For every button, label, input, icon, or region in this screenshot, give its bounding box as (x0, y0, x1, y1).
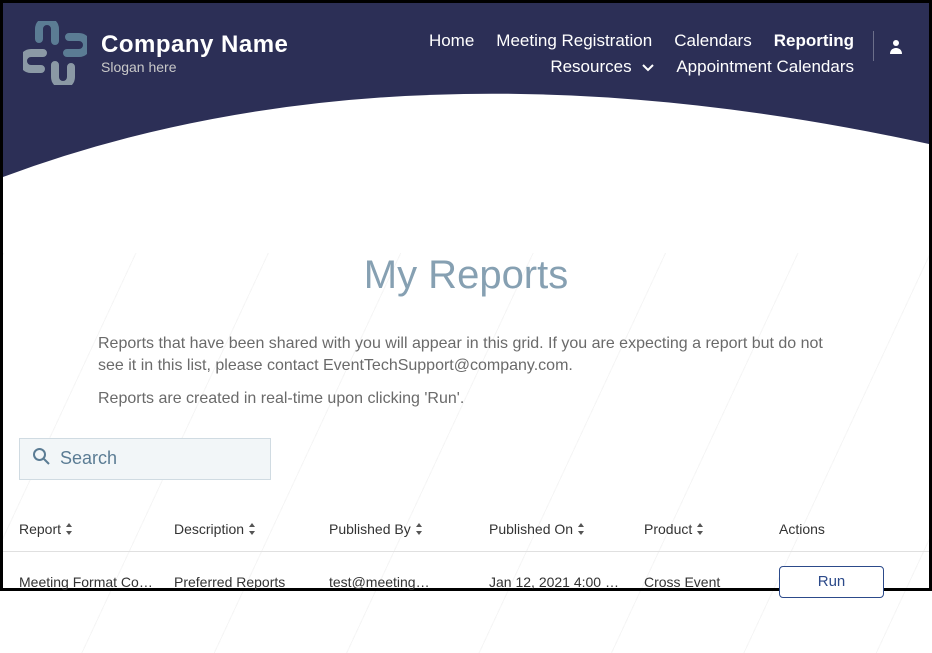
search-box[interactable] (19, 438, 271, 480)
td-published-on: Jan 12, 2021 4:00 … (489, 574, 644, 590)
th-published-on[interactable]: Published On (489, 521, 644, 537)
th-description-label: Description (174, 521, 244, 537)
nav-meeting-registration[interactable]: Meeting Registration (496, 31, 652, 51)
sort-icon (248, 523, 256, 535)
th-actions: Actions (779, 521, 899, 537)
nav-resources-label: Resources (550, 57, 631, 76)
slogan-text: Slogan here (101, 59, 288, 75)
th-published-by-label: Published By (329, 521, 411, 537)
page-description-2: Reports are created in real-time upon cl… (3, 390, 929, 408)
header: Company Name Slogan here Home Meeting Re… (3, 3, 929, 178)
th-report[interactable]: Report (19, 521, 174, 537)
user-icon[interactable] (888, 38, 904, 59)
table-row: Meeting Format Co… Preferred Reports tes… (3, 552, 929, 612)
th-product[interactable]: Product (644, 521, 779, 537)
chevron-down-icon (642, 57, 654, 77)
company-name: Company Name (101, 31, 288, 59)
nav-appointment-calendars[interactable]: Appointment Calendars (676, 57, 854, 77)
nav-resources[interactable]: Resources (550, 57, 654, 77)
td-product: Cross Event (644, 574, 779, 590)
table-header: Report Description Published By Publishe… (3, 508, 929, 552)
sort-icon (577, 523, 585, 535)
sort-icon (415, 523, 423, 535)
logo-block: Company Name Slogan here (23, 21, 288, 85)
th-published-by[interactable]: Published By (329, 521, 489, 537)
td-description: Preferred Reports (174, 574, 329, 590)
nav-calendars[interactable]: Calendars (674, 31, 752, 51)
reports-table: Report Description Published By Publishe… (3, 508, 929, 612)
logo-icon (23, 21, 87, 85)
th-report-label: Report (19, 521, 61, 537)
th-published-on-label: Published On (489, 521, 573, 537)
td-actions: Run (779, 566, 899, 598)
page-description-1: Reports that have been shared with you w… (3, 333, 929, 378)
nav-home[interactable]: Home (429, 31, 474, 51)
td-published-by: test@meeting… (329, 574, 489, 590)
nav-reporting[interactable]: Reporting (774, 31, 854, 51)
search-input[interactable] (60, 448, 258, 469)
th-product-label: Product (644, 521, 692, 537)
search-icon (32, 447, 50, 470)
td-report: Meeting Format Co… (19, 574, 174, 590)
page-title: My Reports (3, 253, 929, 298)
content: My Reports Reports that have been shared… (3, 253, 929, 612)
run-button[interactable]: Run (779, 566, 884, 598)
nav-divider (873, 31, 874, 61)
nav-secondary: Resources Appointment Calendars (550, 57, 854, 77)
nav-primary: Home Meeting Registration Calendars Repo… (429, 31, 854, 51)
th-actions-label: Actions (779, 521, 825, 537)
header-curve (3, 89, 929, 178)
th-description[interactable]: Description (174, 521, 329, 537)
sort-icon (65, 523, 73, 535)
sort-icon (696, 523, 704, 535)
